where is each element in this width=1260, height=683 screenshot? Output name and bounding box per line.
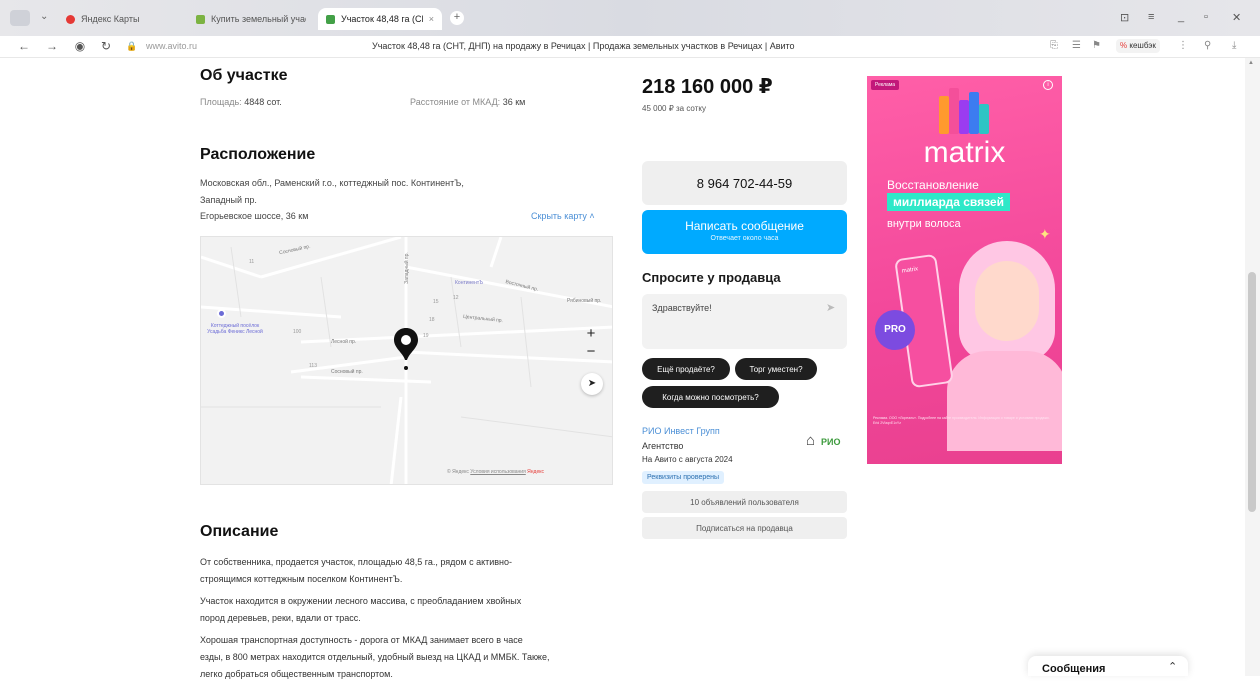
map-terms-link[interactable]: Условия использования (470, 469, 526, 475)
price: 218 160 000 ₽ (642, 76, 773, 98)
map-house-number: 18 (429, 317, 435, 323)
map-house-number: 12 (453, 295, 459, 301)
geolocation-button[interactable]: ➤ (581, 373, 603, 395)
tab-current-listing[interactable]: Участок 48,48 га (СНТ, × (318, 8, 442, 30)
bookmark-icon[interactable]: ⚑ (1092, 40, 1101, 51)
map-label-ryabinovy: Рябиновый пр. (567, 298, 602, 304)
ad-label: Реклама (871, 80, 900, 90)
ad-brand: matrix (923, 136, 1006, 169)
user-listings-button[interactable]: 10 объявлений пользователя (642, 491, 847, 513)
location-pin-icon[interactable] (393, 327, 419, 371)
highway-distance: Егорьевское шоссе, 36 км (200, 211, 309, 221)
address-bar: ← → ◉ ↻ 🔒 www.avito.ru Участок 48,48 га … (0, 36, 1260, 58)
description-text: От собственника, продается участок, площ… (200, 557, 550, 679)
about-title: Об участке (200, 67, 288, 84)
ad-info-icon[interactable]: i (1043, 80, 1053, 90)
map-label-village: Коттеджный посёлок Усадьба Феникс Лесной (207, 323, 263, 335)
chevron-up-icon: ˄ (589, 211, 595, 221)
ad-line-3: внутри волоса (887, 218, 961, 230)
send-icon[interactable]: ➤ (826, 301, 835, 314)
address-line-2: Западный пр. (200, 195, 257, 205)
map-label-kontinent: КонтинентЪ (455, 280, 484, 286)
browser-menu-button[interactable] (10, 10, 30, 26)
downloads-icon[interactable]: ⤓ (1232, 40, 1236, 51)
percent-icon: % (1120, 41, 1128, 50)
logo-mark-icon: ⌂ (806, 432, 816, 449)
ask-seller-title: Спросите у продавца (642, 270, 781, 285)
map-label-lesnoy: Лесной пр. (331, 339, 357, 345)
ad-pro-badge: PRO (875, 310, 915, 350)
seller-type: Агентство (642, 441, 684, 451)
advertisement-banner[interactable]: Реклама i matrix Восстановление миллиард… (867, 76, 1062, 464)
zoom-out-button[interactable]: − (584, 343, 598, 360)
subscribe-button[interactable]: Подписаться на продавца (642, 517, 847, 539)
new-tab-button[interactable]: + (450, 11, 464, 25)
chevron-up-icon[interactable]: ⌃ (1168, 660, 1177, 673)
browser-tab-bar: ⌄ Яндекс Карты Купить земельный участ Уч… (0, 0, 1260, 36)
map-copyright: © Яндекс Условия использования Яндекс (447, 469, 544, 475)
map-house-number: 15 (433, 299, 439, 305)
write-message-button[interactable]: Написать сообщение Отвечает около часа (642, 210, 847, 254)
menu-icon[interactable]: ≡ (1148, 11, 1154, 23)
address-line-1: Московская обл., Раменский г.о., коттедж… (200, 178, 464, 188)
reload-icon[interactable]: ↻ (98, 39, 114, 53)
ad-line-2: миллиарда связей (887, 193, 1010, 211)
cashback-button[interactable]: % кешбэк (1116, 39, 1160, 53)
close-tab-icon[interactable]: × (429, 14, 434, 24)
hide-map-link[interactable]: Скрыть карту ˄ (531, 211, 595, 221)
description-title: Описание (200, 523, 279, 540)
ad-line-1: Восстановление (887, 178, 979, 192)
messages-label: Сообщения (1042, 663, 1106, 675)
location-title: Расположение (200, 146, 316, 163)
scroll-up-icon[interactable]: ▲ (1248, 60, 1254, 66)
map-house-number: 19 (423, 333, 429, 339)
map-label-sosnovy-2: Сосновый пр. (331, 369, 363, 375)
seller-name-link[interactable]: РИО Инвест Групп (642, 426, 720, 436)
seller-logo[interactable]: ⌂ РИО (806, 432, 846, 454)
seller-since: На Авито с августа 2024 (642, 455, 733, 464)
restore-icon[interactable]: ▫ (1204, 11, 1208, 23)
tab-yandex-maps[interactable]: Яндекс Карты (66, 8, 166, 30)
more-icon[interactable]: ⋮ (1178, 40, 1188, 51)
avito-favicon-icon (196, 14, 205, 24)
navigation-arrow-icon: ➤ (587, 378, 597, 389)
map-house-number: 100 (293, 329, 302, 335)
map-house-number: 113 (309, 363, 317, 369)
tabs-dropdown-icon[interactable]: ⌄ (40, 11, 48, 22)
chip-bargain[interactable]: Торг уместен? (735, 358, 817, 380)
verified-badge: Реквизиты проверены (642, 471, 725, 484)
location-map[interactable]: Сосновый пр. Западный пр. КонтинентЪ Вос… (200, 236, 613, 485)
chip-still-selling[interactable]: Ещё продаёте? (642, 358, 730, 380)
price-per-sotka: 45 000 ₽ за сотку (642, 104, 706, 113)
lock-icon[interactable]: 🔒 (124, 41, 140, 52)
tab-buy-land[interactable]: Купить земельный участ (196, 8, 306, 30)
minimize-icon[interactable]: _ (1178, 11, 1184, 23)
url-text[interactable]: www.avito.ru (146, 41, 197, 51)
scrollbar-thumb[interactable] (1248, 272, 1256, 512)
back-icon[interactable]: ← (16, 39, 32, 53)
forward-icon[interactable]: → (44, 39, 60, 53)
ad-fine-print: Реклама. ООО «Лореаль». Подробнее на сай… (873, 416, 1050, 425)
village-poi-icon[interactable] (217, 309, 226, 318)
map-house-number: 11 (249, 259, 255, 265)
show-phone-button[interactable]: 8 964 702-44-59 (642, 161, 847, 205)
area-info: Площадь: 4848 сот. (200, 97, 282, 107)
chip-when-view[interactable]: Когда можно посмотреть? (642, 386, 779, 408)
messages-panel[interactable]: Сообщения ⌃ (1028, 656, 1188, 676)
avito-favicon-icon (326, 14, 335, 24)
map-label-zapadny: Западный пр. (403, 252, 410, 284)
yandex-maps-favicon-icon (66, 14, 75, 24)
message-input[interactable]: Здравствуйте! ➤ (642, 294, 847, 349)
page-title: Участок 48,48 га (СНТ, ДНП) на продажу в… (372, 41, 795, 51)
matrix-logo-icon (939, 88, 991, 136)
zoom-in-button[interactable]: + (584, 325, 598, 342)
mkad-distance: Расстояние от МКАД: 36 км (410, 97, 526, 107)
extensions-icon[interactable]: ⚲ (1204, 40, 1211, 51)
yandex-logo: Яндекс (527, 469, 544, 475)
yandex-icon[interactable]: ◉ (72, 39, 88, 53)
reader-icon[interactable]: ☰ (1072, 40, 1081, 51)
translate-icon[interactable]: ⎘ (1050, 40, 1058, 51)
close-window-icon[interactable]: ✕ (1232, 11, 1241, 24)
bookmark-panel-icon[interactable]: ⊡ (1120, 11, 1129, 24)
